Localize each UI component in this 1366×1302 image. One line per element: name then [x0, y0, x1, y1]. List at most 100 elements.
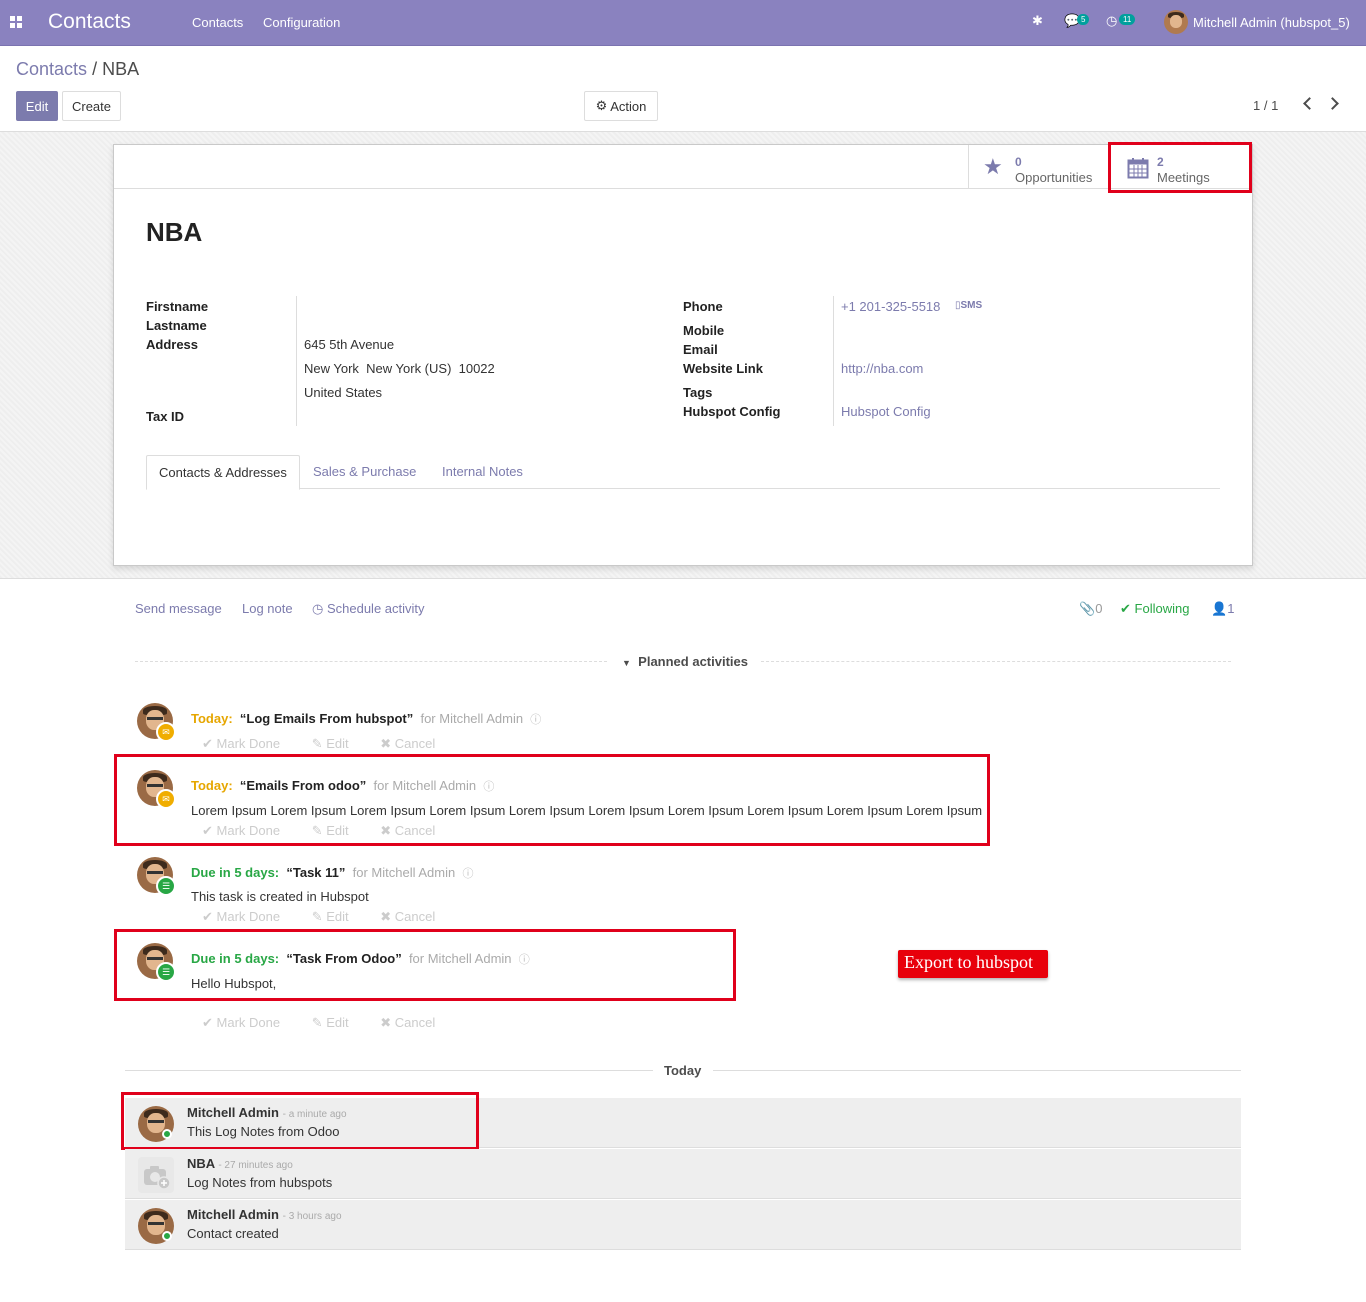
schedule-activity-button[interactable]: ◷ Schedule activity — [312, 601, 425, 617]
log-note-button[interactable]: Log note — [242, 601, 293, 616]
message-time: - 27 minutes ago — [218, 1160, 293, 1171]
opportunities-stat-button[interactable]: ★ 0 Opportunities — [968, 145, 1110, 189]
app-name[interactable]: Contacts — [48, 10, 131, 34]
action-button[interactable]: ⚙ Action — [584, 91, 658, 121]
menu-contacts[interactable]: Contacts — [192, 15, 243, 30]
debug-bug-icon[interactable]: ✱ — [1032, 13, 1043, 29]
activity-summary: “Task 11” — [286, 865, 346, 880]
tab-sales-purchase[interactable]: Sales & Purchase — [301, 455, 428, 489]
activity-highlight-box — [114, 754, 990, 846]
message-body: Log Notes from hubspots — [187, 1175, 333, 1190]
message-item: NBA - 27 minutes ago Log Notes from hubs… — [125, 1149, 1241, 1199]
message-author[interactable]: Mitchell Admin - 3 hours ago — [187, 1207, 342, 1222]
user-avatar[interactable] — [1164, 10, 1188, 34]
user-icon: 👤 — [1211, 601, 1228, 616]
activity-due: Today: — [191, 711, 233, 726]
pager-value[interactable]: 1 / 1 — [1253, 98, 1278, 113]
edit-label: Edit — [326, 909, 349, 924]
attachments-button[interactable]: 📎0 — [1079, 601, 1102, 617]
messages-count-badge: 5 — [1077, 14, 1090, 25]
message-time: - 3 hours ago — [282, 1211, 342, 1222]
edit-activity-button[interactable]: ✎ Edit — [312, 909, 363, 924]
activities-count-badge: 11 — [1119, 14, 1136, 25]
smart-button-box: ★ 0 Opportunities 2 Meetings — [114, 145, 1252, 189]
website-label: Website Link — [683, 361, 763, 376]
activity-item: Today: “Log Emails From hubspot” for Mit… — [191, 711, 541, 727]
pager-next-icon[interactable] — [1326, 97, 1339, 110]
tab-internal-notes[interactable]: Internal Notes — [430, 455, 535, 489]
street-value: 645 5th Avenue — [304, 337, 395, 352]
create-button[interactable]: Create — [62, 91, 121, 121]
followers-count: 1 — [1227, 601, 1235, 616]
email-activity-icon: ✉ — [156, 722, 176, 742]
mark-done-label: Mark Done — [216, 1015, 281, 1030]
cancel-label: Cancel — [394, 1015, 436, 1030]
star-icon: ★ — [983, 154, 1003, 179]
activity-assignee: for Mitchell Admin — [352, 865, 456, 880]
activity-assignee: for Mitchell Admin — [420, 711, 524, 726]
user-menu[interactable]: Mitchell Admin (hubspot_5) — [1193, 15, 1350, 30]
attachments-count: 0 — [1095, 601, 1103, 616]
edit-label: Edit — [326, 736, 349, 751]
sms-label: SMS — [960, 300, 983, 311]
activity-summary: “Log Emails From hubspot” — [239, 711, 414, 726]
info-icon[interactable]: ⓘ — [462, 868, 473, 880]
notebook-tabs: Contacts & Addresses Sales & Purchase In… — [146, 455, 1220, 490]
info-icon[interactable]: ⓘ — [530, 714, 541, 726]
online-status-icon — [162, 1231, 172, 1241]
cancel-activity-button[interactable]: ✖ Cancel — [380, 736, 449, 751]
action-label: Action — [610, 98, 647, 114]
cancel-label: Cancel — [394, 736, 436, 751]
right-group-divider — [833, 296, 834, 426]
todo-activity-icon: ☰ — [156, 876, 176, 896]
cancel-activity-button[interactable]: ✖ Cancel — [380, 1015, 449, 1030]
address-label: Address — [146, 337, 199, 352]
gear-icon: ⚙ — [595, 98, 608, 113]
camera-placeholder-icon[interactable] — [138, 1157, 174, 1193]
edit-activity-button[interactable]: ✎ Edit — [312, 736, 363, 751]
check-icon: ✔ — [1120, 601, 1131, 616]
message-author[interactable]: NBA - 27 minutes ago — [187, 1156, 293, 1171]
mobile-label: Mobile — [683, 323, 725, 338]
phone-label: Phone — [683, 299, 723, 314]
left-group-divider — [296, 296, 297, 426]
edit-button[interactable]: Edit — [16, 91, 58, 121]
firstname-label: Firstname — [146, 299, 209, 314]
activity-highlight-box — [114, 929, 736, 1001]
menu-configuration[interactable]: Configuration — [263, 15, 340, 30]
tags-label: Tags — [683, 385, 713, 400]
message-item: Mitchell Admin - 3 hours ago Contact cre… — [125, 1200, 1241, 1250]
caret-down-icon: ▼ — [622, 658, 631, 668]
planned-activities-title: Planned activities — [638, 654, 748, 669]
tab-contacts-addresses[interactable]: Contacts & Addresses — [146, 455, 300, 490]
paperclip-icon: 📎 — [1079, 601, 1096, 616]
breadcrumb-separator: / — [92, 59, 98, 79]
pager-previous-icon[interactable] — [1303, 97, 1316, 110]
hubspot-config-link[interactable]: Hubspot Config — [841, 404, 931, 419]
breadcrumb-contacts[interactable]: Contacts — [16, 59, 87, 79]
email-label: Email — [683, 342, 718, 357]
export-to-hubspot-label: Export to hubspot — [898, 950, 1048, 978]
edit-activity-button[interactable]: ✎ Edit — [312, 1015, 363, 1030]
website-link[interactable]: http://nba.com — [841, 361, 923, 376]
phone-link[interactable]: +1 201-325-5518 — [841, 299, 940, 314]
mark-done-button[interactable]: ✔ Mark Done — [202, 909, 294, 924]
opportunities-count: 0 — [1015, 155, 1022, 169]
mark-done-button[interactable]: ✔ Mark Done — [202, 736, 294, 751]
apps-menu-icon[interactable] — [10, 16, 22, 28]
cancel-activity-button[interactable]: ✖ Cancel — [380, 909, 449, 924]
mark-done-button[interactable]: ✔ Mark Done — [202, 1015, 294, 1030]
sms-button[interactable]: ▯SMS — [955, 300, 982, 311]
author-name[interactable]: Mitchell Admin — [187, 1207, 279, 1222]
record-name[interactable]: NBA — [146, 217, 202, 248]
send-message-button[interactable]: Send message — [135, 601, 222, 616]
followers-button[interactable]: 👤1 — [1211, 601, 1234, 617]
hubspot-config-label: Hubspot Config — [683, 404, 781, 419]
opportunities-label: Opportunities — [1015, 170, 1093, 185]
city-line-value: New York New York (US) 10022 — [304, 361, 495, 376]
activity-clock-icon[interactable]: ◷ — [1106, 13, 1117, 29]
planned-activities-toggle[interactable]: ▼ Planned activities — [622, 654, 748, 669]
author-name[interactable]: NBA — [187, 1156, 215, 1171]
following-button[interactable]: ✔ Following — [1120, 601, 1189, 617]
activity-due: Due in 5 days: — [191, 865, 280, 880]
